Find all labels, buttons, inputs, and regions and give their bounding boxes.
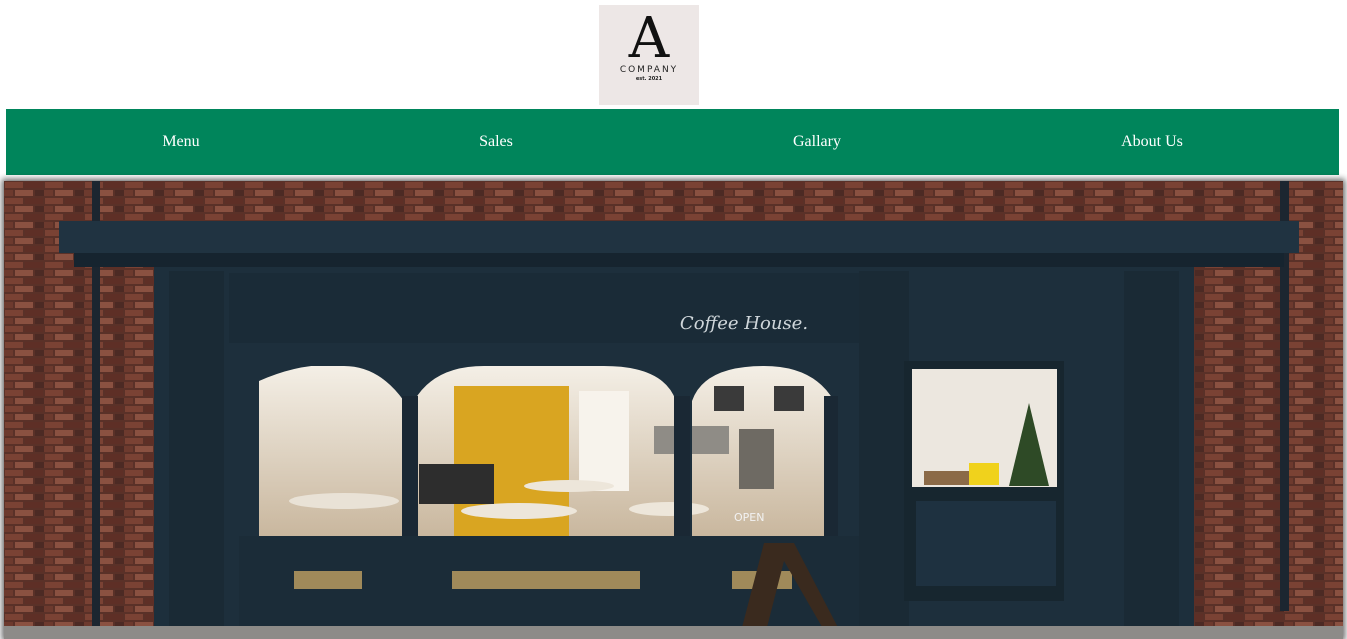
shop-cornice xyxy=(59,221,1299,253)
pillar-center xyxy=(859,271,909,639)
pillar-left xyxy=(169,271,224,639)
company-logo[interactable]: A COMPANY est. 2021 xyxy=(599,5,699,105)
nav-item-menu[interactable]: Menu xyxy=(146,109,216,175)
board-open-text: OPEN xyxy=(734,511,764,524)
nav-item-gallery[interactable]: Gallary xyxy=(776,109,858,175)
shop-sign-text: Coffee House. xyxy=(680,313,808,334)
pavement xyxy=(4,626,1343,639)
pillar-right xyxy=(1124,271,1179,639)
logo-established: est. 2021 xyxy=(635,76,663,82)
nav-item-about-us[interactable]: About Us xyxy=(1106,109,1198,175)
nav-item-sales[interactable]: Sales xyxy=(461,109,531,175)
hero-image-coffee-shop: Coffee House. OPEN xyxy=(4,181,1343,639)
logo-company-name: COMPANY xyxy=(619,65,679,75)
main-navigation: Menu Sales Gallary About Us xyxy=(6,109,1339,175)
logo-letter: A xyxy=(628,6,670,71)
